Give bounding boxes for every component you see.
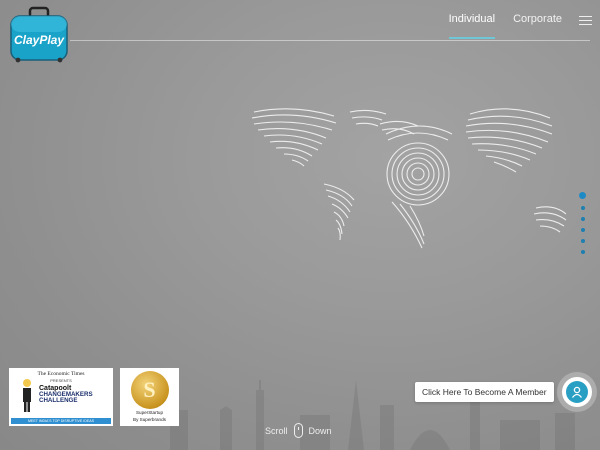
become-member-button[interactable]: Click Here To Become A Member bbox=[415, 382, 554, 402]
superstartup-line2: By Superbrands bbox=[133, 416, 166, 422]
superstartup-line1: SuperStartup bbox=[135, 410, 164, 415]
mouse-icon bbox=[293, 423, 303, 438]
superstartup-coin-icon: S bbox=[130, 371, 169, 409]
superstartup-badge[interactable]: S SuperStartup By Superbrands bbox=[120, 368, 179, 426]
page-dot-3[interactable] bbox=[580, 217, 585, 221]
member-avatar-button[interactable] bbox=[561, 377, 592, 407]
hamburger-icon[interactable] bbox=[579, 16, 592, 26]
page-dot-5[interactable] bbox=[580, 239, 585, 243]
et-header: The Economic Times bbox=[37, 371, 85, 377]
et-footer: MEET INDIA'S TOP DISRUPTIVE IDEAS bbox=[11, 418, 111, 424]
page-dot-1[interactable] bbox=[579, 192, 586, 199]
user-icon bbox=[571, 386, 582, 398]
page-dot-6[interactable] bbox=[580, 250, 585, 254]
section-pagination bbox=[579, 192, 586, 254]
page-dot-2[interactable] bbox=[580, 206, 585, 210]
nav-individual[interactable]: Individual bbox=[448, 13, 496, 39]
top-nav: Individual Corporate bbox=[448, 13, 562, 39]
nav-divider bbox=[70, 40, 590, 41]
become-member-cta: Click Here To Become A Member bbox=[415, 377, 592, 407]
page-dot-4[interactable] bbox=[580, 228, 585, 232]
et-changemakers-badge[interactable]: The Economic Times PRESENTS Catapoolt CH… bbox=[9, 368, 113, 426]
person-figure-icon bbox=[23, 379, 31, 412]
fingerprint-world-map bbox=[251, 108, 567, 249]
down-label: Down bbox=[308, 425, 332, 436]
scroll-down-hint[interactable]: Scroll Down bbox=[265, 423, 332, 438]
nav-corporate[interactable]: Corporate bbox=[513, 13, 562, 39]
logo-text: ClayPlay bbox=[14, 33, 65, 47]
et-challenge-line2: CHALLENGE bbox=[39, 397, 78, 405]
scroll-label: Scroll bbox=[265, 425, 288, 436]
clayplay-logo[interactable]: ClayPlay bbox=[8, 6, 70, 64]
